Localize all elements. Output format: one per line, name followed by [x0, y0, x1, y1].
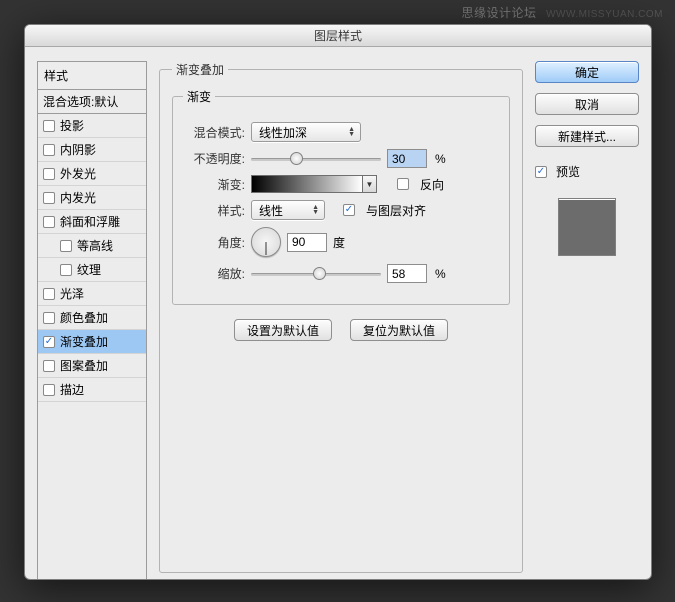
style-row-outer-glow[interactable]: 外发光	[38, 162, 146, 186]
gradient-overlay-group: 渐变叠加 渐变 混合模式: 线性加深 ▲▼ 不透明度:	[159, 61, 523, 573]
checkbox-icon[interactable]	[43, 360, 55, 372]
style-label: 样式:	[183, 202, 245, 219]
checkbox-icon[interactable]	[43, 384, 55, 396]
style-row-bevel-emboss[interactable]: 斜面和浮雕	[38, 210, 146, 234]
reverse-label: 反向	[420, 176, 444, 193]
checkbox-icon[interactable]	[43, 216, 55, 228]
style-label: 渐变叠加	[60, 333, 108, 350]
inner-title: 渐变	[183, 88, 215, 105]
blend-mode-label: 混合模式:	[183, 124, 245, 141]
preview-swatch	[558, 198, 616, 256]
gradient-swatch[interactable]	[251, 175, 363, 193]
percent-label: %	[433, 267, 446, 281]
chevron-updown-icon: ▲▼	[340, 127, 355, 137]
window-title: 图层样式	[25, 25, 651, 47]
preview-label: 预览	[556, 163, 580, 180]
style-label: 纹理	[77, 261, 101, 278]
group-title: 渐变叠加	[172, 61, 228, 78]
style-label: 等高线	[77, 237, 113, 254]
checkbox-icon[interactable]	[43, 192, 55, 204]
style-label: 斜面和浮雕	[60, 213, 120, 230]
percent-label: %	[433, 152, 446, 166]
style-row-inner-shadow[interactable]: 内阴影	[38, 138, 146, 162]
opacity-input[interactable]	[387, 149, 427, 168]
style-label: 颜色叠加	[60, 309, 108, 326]
style-label: 投影	[60, 117, 84, 134]
style-row-pattern-overlay[interactable]: 图案叠加	[38, 354, 146, 378]
align-label: 与图层对齐	[366, 202, 426, 219]
checkbox-icon[interactable]	[60, 240, 72, 252]
style-row-gradient-overlay[interactable]: 渐变叠加	[38, 330, 146, 354]
scale-label: 缩放:	[183, 265, 245, 282]
layer-style-window: 图层样式 样式 混合选项:默认 投影 内阴影 外发光	[24, 24, 652, 580]
blend-mode-select[interactable]: 线性加深 ▲▼	[251, 122, 361, 142]
reverse-checkbox[interactable]	[397, 178, 409, 190]
watermark-text-2: WWW.MISSYUAN.COM	[546, 9, 663, 20]
chevron-updown-icon: ▲▼	[304, 205, 319, 215]
styles-column: 样式 混合选项:默认 投影 内阴影 外发光	[37, 61, 147, 565]
style-label: 光泽	[60, 285, 84, 302]
style-label: 内发光	[60, 189, 96, 206]
cancel-button[interactable]: 取消	[535, 93, 639, 115]
checkbox-icon[interactable]	[60, 264, 72, 276]
watermark: 思缘设计论坛 WWW.MISSYUAN.COM	[462, 4, 663, 21]
checkbox-icon[interactable]	[43, 144, 55, 156]
style-select[interactable]: 线性 ▲▼	[251, 200, 325, 220]
set-default-button[interactable]: 设置为默认值	[234, 319, 332, 341]
opacity-label: 不透明度:	[183, 150, 245, 167]
gradient-inner-group: 渐变 混合模式: 线性加深 ▲▼ 不透明度:	[172, 88, 510, 305]
style-row-satin[interactable]: 光泽	[38, 282, 146, 306]
angle-input[interactable]	[287, 233, 327, 252]
scale-slider[interactable]	[251, 265, 381, 283]
checkbox-icon[interactable]	[43, 336, 55, 348]
style-row-contour[interactable]: 等高线	[38, 234, 146, 258]
angle-dial[interactable]	[251, 227, 281, 257]
style-label: 图案叠加	[60, 357, 108, 374]
style-row-color-overlay[interactable]: 颜色叠加	[38, 306, 146, 330]
new-style-button[interactable]: 新建样式...	[535, 125, 639, 147]
style-value: 线性	[259, 202, 283, 219]
scale-input[interactable]	[387, 264, 427, 283]
preview-checkbox[interactable]	[535, 166, 547, 178]
preview-toggle[interactable]: 预览	[535, 163, 639, 180]
gradient-dropdown-icon[interactable]: ▼	[363, 175, 377, 193]
gradient-label: 渐变:	[183, 176, 245, 193]
checkbox-icon[interactable]	[43, 312, 55, 324]
checkbox-icon[interactable]	[43, 168, 55, 180]
blending-options-row[interactable]: 混合选项:默认	[38, 90, 146, 114]
styles-list: 混合选项:默认 投影 内阴影 外发光 内发光	[37, 89, 147, 580]
opacity-slider[interactable]	[251, 150, 381, 168]
align-checkbox[interactable]	[343, 204, 355, 216]
checkbox-icon[interactable]	[43, 288, 55, 300]
style-row-texture[interactable]: 纹理	[38, 258, 146, 282]
blend-mode-value: 线性加深	[259, 124, 307, 141]
watermark-text-1: 思缘设计论坛	[462, 6, 537, 20]
reset-default-button[interactable]: 复位为默认值	[350, 319, 448, 341]
style-label: 内阴影	[60, 141, 96, 158]
checkbox-icon[interactable]	[43, 120, 55, 132]
style-label: 外发光	[60, 165, 96, 182]
style-row-inner-glow[interactable]: 内发光	[38, 186, 146, 210]
angle-unit: 度	[333, 234, 345, 251]
styles-header[interactable]: 样式	[37, 61, 147, 89]
style-row-stroke[interactable]: 描边	[38, 378, 146, 402]
angle-label: 角度:	[183, 234, 245, 251]
style-label: 描边	[60, 381, 84, 398]
style-row-drop-shadow[interactable]: 投影	[38, 114, 146, 138]
ok-button[interactable]: 确定	[535, 61, 639, 83]
settings-panel: 渐变叠加 渐变 混合模式: 线性加深 ▲▼ 不透明度:	[159, 61, 523, 565]
right-panel: 确定 取消 新建样式... 预览	[535, 61, 639, 565]
blending-options-label: 混合选项:默认	[43, 93, 118, 110]
